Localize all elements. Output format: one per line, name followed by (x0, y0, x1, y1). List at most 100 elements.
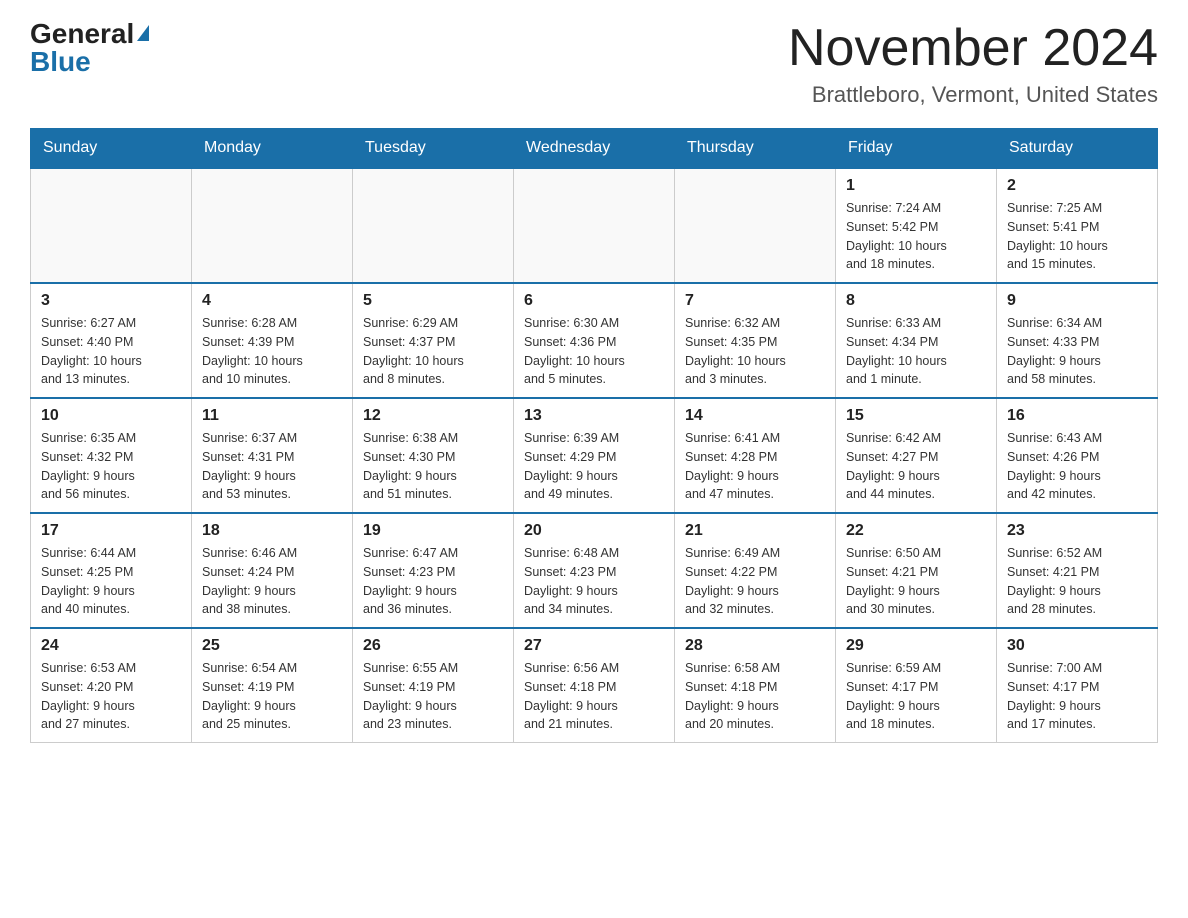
day-of-week-header: Saturday (997, 129, 1158, 169)
day-number: 5 (363, 292, 503, 310)
location-title: Brattleboro, Vermont, United States (788, 82, 1158, 108)
calendar-day: 3Sunrise: 6:27 AM Sunset: 4:40 PM Daylig… (31, 283, 192, 398)
calendar-day: 22 Sunrise: 6:50 AM Sunset: 4:21 PM Dayli… (836, 513, 997, 628)
day-of-week-header: Sunday (31, 129, 192, 169)
day-number: 17 (41, 522, 181, 540)
calendar-day: 13 Sunrise: 6:39 AM Sunset: 4:29 PM Dayli… (514, 398, 675, 513)
day-info: Sunrise: 6:50 AM Sunset: 4:21 PM Dayligh… (846, 544, 986, 619)
calendar-day: 16 Sunrise: 6:43 AM Sunset: 4:26 PM Dayli… (997, 398, 1158, 513)
logo: General Blue (30, 20, 149, 76)
week-row: 24Sunrise: 6:53 AM Sunset: 4:20 PM Dayli… (31, 628, 1158, 743)
day-number: 29 (846, 637, 986, 655)
calendar-day: 27Sunrise: 6:56 AM Sunset: 4:18 PM Dayli… (514, 628, 675, 743)
day-number: 4 (202, 292, 342, 310)
day-number: 25 (202, 637, 342, 655)
day-info: Sunrise: 6:58 AM Sunset: 4:18 PM Dayligh… (685, 659, 825, 734)
day-info: Sunrise: 6:29 AM Sunset: 4:37 PM Dayligh… (363, 314, 503, 389)
title-area: November 2024 Brattleboro, Vermont, Unit… (788, 20, 1158, 108)
calendar-day: 30Sunrise: 7:00 AM Sunset: 4:17 PM Dayli… (997, 628, 1158, 743)
day-number: 26 (363, 637, 503, 655)
day-info: Sunrise: 6:59 AM Sunset: 4:17 PM Dayligh… (846, 659, 986, 734)
day-info: Sunrise: 6:52 AM Sunset: 4:21 PM Dayligh… (1007, 544, 1147, 619)
day-info: Sunrise: 6:35 AM Sunset: 4:32 PM Dayligh… (41, 429, 181, 504)
day-of-week-header: Friday (836, 129, 997, 169)
calendar-day: 19 Sunrise: 6:47 AM Sunset: 4:23 PM Dayli… (353, 513, 514, 628)
day-info: Sunrise: 6:43 AM Sunset: 4:26 PM Dayligh… (1007, 429, 1147, 504)
calendar-day (514, 168, 675, 283)
day-info: Sunrise: 6:44 AM Sunset: 4:25 PM Dayligh… (41, 544, 181, 619)
day-number: 13 (524, 407, 664, 425)
day-number: 28 (685, 637, 825, 655)
calendar-day: 1 Sunrise: 7:24 AM Sunset: 5:42 PM Daylig… (836, 168, 997, 283)
day-number: 19 (363, 522, 503, 540)
day-of-week-header: Thursday (675, 129, 836, 169)
calendar-day: 24Sunrise: 6:53 AM Sunset: 4:20 PM Dayli… (31, 628, 192, 743)
day-info: Sunrise: 7:25 AM Sunset: 5:41 PM Dayligh… (1007, 199, 1147, 274)
calendar-day: 11 Sunrise: 6:37 AM Sunset: 4:31 PM Dayli… (192, 398, 353, 513)
day-number: 15 (846, 407, 986, 425)
day-number: 16 (1007, 407, 1147, 425)
day-number: 20 (524, 522, 664, 540)
calendar-day (192, 168, 353, 283)
calendar-day (675, 168, 836, 283)
calendar-day: 23Sunrise: 6:52 AM Sunset: 4:21 PM Dayli… (997, 513, 1158, 628)
day-number: 18 (202, 522, 342, 540)
calendar-day: 21 Sunrise: 6:49 AM Sunset: 4:22 PM Dayli… (675, 513, 836, 628)
day-of-week-header: Wednesday (514, 129, 675, 169)
day-info: Sunrise: 6:46 AM Sunset: 4:24 PM Dayligh… (202, 544, 342, 619)
calendar-header-row: SundayMondayTuesdayWednesdayThursdayFrid… (31, 129, 1158, 169)
day-info: Sunrise: 6:54 AM Sunset: 4:19 PM Dayligh… (202, 659, 342, 734)
week-row: 3Sunrise: 6:27 AM Sunset: 4:40 PM Daylig… (31, 283, 1158, 398)
day-info: Sunrise: 6:53 AM Sunset: 4:20 PM Dayligh… (41, 659, 181, 734)
day-number: 8 (846, 292, 986, 310)
day-number: 7 (685, 292, 825, 310)
day-info: Sunrise: 7:24 AM Sunset: 5:42 PM Dayligh… (846, 199, 986, 274)
day-number: 9 (1007, 292, 1147, 310)
day-number: 10 (41, 407, 181, 425)
logo-blue: Blue (30, 46, 91, 77)
day-info: Sunrise: 6:34 AM Sunset: 4:33 PM Dayligh… (1007, 314, 1147, 389)
day-info: Sunrise: 6:28 AM Sunset: 4:39 PM Dayligh… (202, 314, 342, 389)
day-number: 11 (202, 407, 342, 425)
page-header: General Blue November 2024 Brattleboro, … (30, 20, 1158, 108)
day-info: Sunrise: 6:38 AM Sunset: 4:30 PM Dayligh… (363, 429, 503, 504)
day-of-week-header: Tuesday (353, 129, 514, 169)
calendar-day: 17 Sunrise: 6:44 AM Sunset: 4:25 PM Dayli… (31, 513, 192, 628)
day-info: Sunrise: 6:41 AM Sunset: 4:28 PM Dayligh… (685, 429, 825, 504)
day-of-week-header: Monday (192, 129, 353, 169)
calendar-day: 26Sunrise: 6:55 AM Sunset: 4:19 PM Dayli… (353, 628, 514, 743)
calendar-day: 20 Sunrise: 6:48 AM Sunset: 4:23 PM Dayli… (514, 513, 675, 628)
day-info: Sunrise: 6:47 AM Sunset: 4:23 PM Dayligh… (363, 544, 503, 619)
calendar-day: 2 Sunrise: 7:25 AM Sunset: 5:41 PM Daylig… (997, 168, 1158, 283)
day-number: 2 (1007, 177, 1147, 195)
day-number: 1 (846, 177, 986, 195)
calendar-day: 8 Sunrise: 6:33 AM Sunset: 4:34 PM Daylig… (836, 283, 997, 398)
calendar-day: 25 Sunrise: 6:54 AM Sunset: 4:19 PM Dayli… (192, 628, 353, 743)
day-number: 21 (685, 522, 825, 540)
calendar-day: 5 Sunrise: 6:29 AM Sunset: 4:37 PM Daylig… (353, 283, 514, 398)
calendar-day: 15Sunrise: 6:42 AM Sunset: 4:27 PM Dayli… (836, 398, 997, 513)
day-info: Sunrise: 6:49 AM Sunset: 4:22 PM Dayligh… (685, 544, 825, 619)
week-row: 1 Sunrise: 7:24 AM Sunset: 5:42 PM Daylig… (31, 168, 1158, 283)
logo-general: General (30, 20, 134, 48)
day-number: 22 (846, 522, 986, 540)
day-info: Sunrise: 6:30 AM Sunset: 4:36 PM Dayligh… (524, 314, 664, 389)
logo-triangle-icon (137, 25, 149, 41)
day-info: Sunrise: 6:27 AM Sunset: 4:40 PM Dayligh… (41, 314, 181, 389)
calendar-day: 12 Sunrise: 6:38 AM Sunset: 4:30 PM Dayli… (353, 398, 514, 513)
day-info: Sunrise: 6:48 AM Sunset: 4:23 PM Dayligh… (524, 544, 664, 619)
calendar-table: SundayMondayTuesdayWednesdayThursdayFrid… (30, 128, 1158, 743)
day-info: Sunrise: 6:39 AM Sunset: 4:29 PM Dayligh… (524, 429, 664, 504)
day-info: Sunrise: 6:33 AM Sunset: 4:34 PM Dayligh… (846, 314, 986, 389)
calendar-day: 4 Sunrise: 6:28 AM Sunset: 4:39 PM Daylig… (192, 283, 353, 398)
calendar-day (31, 168, 192, 283)
calendar-day: 18 Sunrise: 6:46 AM Sunset: 4:24 PM Dayli… (192, 513, 353, 628)
day-number: 12 (363, 407, 503, 425)
week-row: 17 Sunrise: 6:44 AM Sunset: 4:25 PM Dayli… (31, 513, 1158, 628)
day-info: Sunrise: 6:56 AM Sunset: 4:18 PM Dayligh… (524, 659, 664, 734)
day-info: Sunrise: 6:32 AM Sunset: 4:35 PM Dayligh… (685, 314, 825, 389)
calendar-day (353, 168, 514, 283)
week-row: 10 Sunrise: 6:35 AM Sunset: 4:32 PM Dayli… (31, 398, 1158, 513)
day-number: 30 (1007, 637, 1147, 655)
day-info: Sunrise: 6:37 AM Sunset: 4:31 PM Dayligh… (202, 429, 342, 504)
